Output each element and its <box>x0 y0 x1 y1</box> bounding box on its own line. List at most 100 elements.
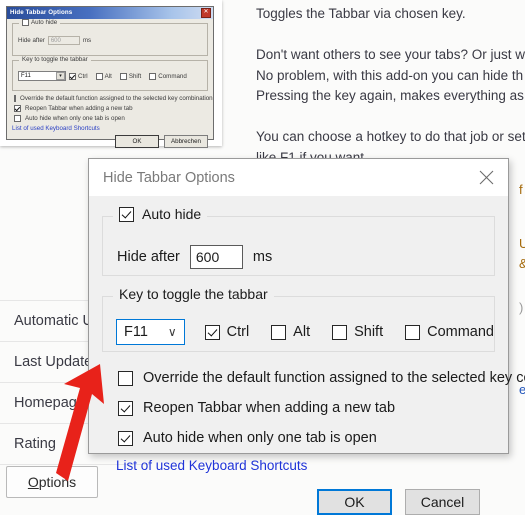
legacy-chevron-down-icon: ▾ <box>56 72 65 80</box>
legacy-auto-hide-checkbox <box>22 19 29 26</box>
legacy-checkbox-override: Override the default function assigned t… <box>14 95 213 102</box>
reopen-tabbar-label: Reopen Tabbar when adding a new tab <box>143 400 396 416</box>
legacy-close-icon: ✕ <box>201 8 211 18</box>
override-default-function-label: Override the default function assigned t… <box>143 370 525 386</box>
desc-line-2: Don't want others to see your tabs? Or j… <box>256 47 525 62</box>
shift-checkbox[interactable] <box>332 324 348 340</box>
addon-description: Toggles the Tabbar via chosen key. Don't… <box>256 4 525 168</box>
auto-hide-when-only-one-tab-label: Auto hide when only one tab is open <box>143 430 377 446</box>
legacy-dialog: Hide Tabbar Options ✕ Auto hide Hide aft… <box>6 6 214 148</box>
legacy-key-row: F11 ▾ Ctrl Alt Shift Command <box>18 71 203 81</box>
options-button-label: ptions <box>38 474 77 490</box>
legacy-autohide-one-tab-label: Auto hide when only one tab is open <box>25 115 125 122</box>
legacy-override-label: Override the default function assigned t… <box>20 95 213 102</box>
legacy-alt-label: Alt <box>104 72 112 80</box>
key-select[interactable]: F11 ∨ <box>116 319 185 345</box>
hide-after-label: Hide after <box>117 249 180 265</box>
auto-hide-label: Auto hide <box>142 206 202 222</box>
ctrl-label: Ctrl <box>226 324 250 340</box>
legacy-hide-after-label: Hide after <box>18 37 45 44</box>
auto-hide-group: Auto hide Hide after 600 ms <box>102 206 495 276</box>
hide-after-row: Hide after 600 ms <box>103 217 494 269</box>
legacy-reopen-label: Reopen Tabbar when adding a new tab <box>25 105 133 112</box>
legacy-hide-after-unit: ms <box>82 37 92 44</box>
legacy-checkbox-autohide-one-tab: Auto hide when only one tab is open <box>14 115 208 122</box>
reopen-tabbar-row[interactable]: Reopen Tabbar when adding a new tab <box>118 400 495 416</box>
legacy-ctrl-checkbox <box>69 72 76 80</box>
options-button[interactable]: Options <box>6 466 98 498</box>
legacy-button-row: OK Abbrechen <box>12 135 208 148</box>
modifier-command[interactable]: Command <box>405 324 494 340</box>
legacy-hide-after-row: Hide after 600 ms <box>18 36 203 45</box>
edge-fragment-1: U <box>519 236 525 251</box>
legacy-command-checkbox <box>149 72 157 80</box>
override-default-function-row[interactable]: Override the default function assigned t… <box>118 370 525 386</box>
legacy-key-select-value: F11 <box>21 73 31 79</box>
legacy-autohide-group: Auto hide Hide after 600 ms <box>12 19 208 56</box>
alt-label: Alt <box>293 324 311 340</box>
legacy-modifier-alt: Alt <box>95 72 112 80</box>
desc-line-0: Toggles the Tabbar via chosen key. <box>256 6 466 21</box>
options-checkbox-list: Override the default function assigned t… <box>118 370 525 446</box>
ok-button[interactable]: OK <box>317 489 392 515</box>
auto-hide-when-only-one-tab-row[interactable]: Auto hide when only one tab is open <box>118 430 495 446</box>
auto-hide-legend: Auto hide <box>113 206 208 222</box>
modifier-alt[interactable]: Alt <box>271 324 310 340</box>
legacy-shift-checkbox <box>119 72 127 80</box>
key-toggle-group: Key to toggle the tabbar F11 ∨ Ctrl Alt <box>102 286 495 352</box>
legacy-command-label: Command <box>158 72 187 80</box>
legacy-autohide-one-tab-checkbox <box>14 115 21 122</box>
desc-line-6: You can choose a hotkey to do that job o… <box>256 129 525 144</box>
dialog-title: Hide Tabbar Options <box>103 169 235 186</box>
edge-fragment-2: & <box>519 256 525 271</box>
alt-checkbox[interactable] <box>271 324 287 340</box>
edge-fragment-0: f <box>519 182 523 197</box>
legacy-cancel-button: Abbrechen <box>164 135 208 148</box>
shift-label: Shift <box>354 324 384 340</box>
modifier-ctrl[interactable]: Ctrl <box>204 324 250 340</box>
key-row: F11 ∨ Ctrl Alt Shift Command <box>103 297 494 345</box>
auto-hide-checkbox[interactable] <box>119 206 134 222</box>
modifier-shift[interactable]: Shift <box>332 324 383 340</box>
key-toggle-legend: Key to toggle the tabbar <box>113 286 274 302</box>
legacy-override-checkbox <box>14 95 16 102</box>
reopen-tabbar-checkbox[interactable] <box>118 400 133 416</box>
hide-tabbar-options-dialog: Hide Tabbar Options Auto hide Hide after… <box>88 158 525 515</box>
keyboard-shortcuts-link[interactable]: List of used Keyboard Shortcuts <box>116 458 495 473</box>
legacy-reopen-checkbox <box>14 105 21 112</box>
command-label: Command <box>427 324 494 340</box>
dialog-button-row: OK Cancel <box>102 473 495 515</box>
legacy-modifier-shift: Shift <box>119 72 142 80</box>
legacy-key-legend: Key to toggle the tabbar <box>19 56 91 63</box>
modifier-checkboxes: Ctrl Alt Shift Command <box>204 324 494 340</box>
legacy-key-group: Key to toggle the tabbar F11 ▾ Ctrl Alt … <box>12 56 208 91</box>
legacy-titlebar: Hide Tabbar Options ✕ <box>7 7 213 19</box>
close-icon[interactable] <box>464 159 508 196</box>
ctrl-checkbox[interactable] <box>204 324 220 340</box>
edge-fragment-3: ) <box>519 300 524 315</box>
legacy-dialog-screenshot: Hide Tabbar Options ✕ Auto hide Hide aft… <box>0 0 222 148</box>
legacy-modifier-command: Command <box>149 72 187 80</box>
legacy-dialog-title: Hide Tabbar Options <box>10 9 73 16</box>
auto-hide-when-only-one-tab-checkbox[interactable] <box>118 430 133 446</box>
cancel-button[interactable]: Cancel <box>405 489 480 515</box>
legacy-ok-button: OK <box>115 135 159 148</box>
legacy-shortcuts-link: List of used Keyboard Shortcuts <box>12 125 100 132</box>
command-checkbox[interactable] <box>405 324 421 340</box>
chevron-down-icon: ∨ <box>167 325 177 339</box>
legacy-autohide-legend: Auto hide <box>19 19 61 26</box>
desc-line-3: No problem, with this add-on you can hid… <box>256 67 524 83</box>
key-select-value: F11 <box>124 324 148 340</box>
dialog-body: Auto hide Hide after 600 ms Key to toggl… <box>89 196 525 515</box>
legacy-alt-checkbox <box>95 72 103 80</box>
dialog-titlebar[interactable]: Hide Tabbar Options <box>89 159 508 196</box>
legacy-dialog-body: Auto hide Hide after 600 ms Key to toggl… <box>7 19 213 151</box>
hide-after-unit: ms <box>252 249 273 265</box>
hide-after-input[interactable]: 600 <box>189 245 243 269</box>
legacy-shift-label: Shift <box>128 72 142 80</box>
legacy-modifier-ctrl: Ctrl <box>69 72 88 80</box>
legacy-key-select: F11 ▾ <box>18 71 66 81</box>
legacy-checkbox-reopen: Reopen Tabbar when adding a new tab <box>14 105 208 112</box>
override-default-function-checkbox[interactable] <box>118 370 133 386</box>
legacy-hide-after-input: 600 <box>47 36 80 45</box>
